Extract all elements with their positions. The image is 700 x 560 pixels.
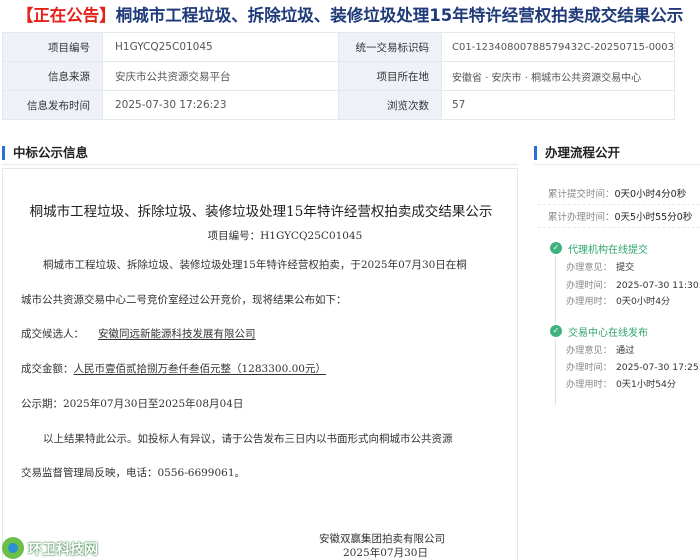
step-duration: 办理用时： 0天0小时4分 [566,293,670,307]
notice-project-no: 项目编号：H1GYCQ25C01045 [207,230,363,242]
notice-section-title: 中标公示信息 [2,146,88,160]
notice-title: 桐城市工程垃圾、拆除垃圾、装修垃圾处理15年特许经营权拍卖成交结果公示 [29,204,493,220]
table-row: 信息来源 安庆市公共资源交易平台 项目所在地 安徽省 · 安庆市 · 桐城市公共… [2,61,675,91]
step-time-value: 2025-07-30 17:25:31 [615,362,700,373]
winner-label: 成交候选人： [21,328,84,340]
status-tag: 【正在公告】 [16,6,116,25]
project-no-label: 项目编号 [2,32,103,62]
table-row: 项目编号 H1GYCQ25C01045 统一交易标识码 C01-12340800… [2,32,675,62]
step-title: 代理机构在线提交 [568,245,648,256]
process-section-divider [534,164,700,165]
submit-time-stat: 累计提交时间：0天0小时4分0秒 [548,186,686,200]
notice-para1-line1: 桐城市工程垃圾、拆除垃圾、装修垃圾处理15年特许经营权拍卖，于2025年07月3… [43,259,467,271]
amount-line: 成交金额：人民币壹佰贰拾捌万叁仟叁佰元整（1283300.00元） [21,361,326,376]
step-duration-value: 0天1小时54分 [615,379,677,390]
source-label: 信息来源 [2,61,103,91]
period-line: 公示期：2025年07月30日至2025年08月04日 [21,396,243,411]
source-value: 安庆市公共资源交易平台 [102,61,339,91]
step-time: 办理时间：2025-07-30 17:25:31 [566,359,700,373]
check-icon: ✓ [550,325,562,337]
submit-time-label: 累计提交时间： [548,189,615,200]
notice-para2-line2: 交易监督管理局反映，电话：0556-6699061。 [21,467,246,479]
step-result-value: 提交 [615,262,635,273]
notice-section-divider [2,164,518,165]
period-label: 公示期： [21,398,63,410]
logo-icon [2,537,24,559]
step-result-label: 办理意见： [566,345,612,356]
step-duration-label: 办理用时： [566,379,612,390]
period-value: 2025年07月30日至2025年08月04日 [63,398,244,410]
step-time: 办理时间：2025-07-30 11:30:37 [566,277,700,291]
sign-date: 2025年07月30日 [343,547,428,559]
step-duration-value: 0天0小时4分 [615,296,671,307]
location-label: 项目所在地 [338,61,442,91]
views-value: 57 [441,90,675,120]
trade-id-value: C01-12340800788579432C-20250715-000388-9 [441,32,675,62]
step-time-label: 办理时间： [566,280,612,291]
publish-time-value: 2025-07-30 17:26:23 [102,90,339,120]
step-result: 办理意见： 通过 [566,342,634,356]
page-title-text: 桐城市工程垃圾、拆除垃圾、装修垃圾处理15年特许经营权拍卖成交结果公示 [115,6,684,25]
review-time-value: 0天5小时55分0秒 [614,212,693,223]
notice-para1-line2: 城市公共资源交易中心二号竞价室经过公开竞价，现将结果公布如下： [21,294,347,306]
check-icon: ✓ [550,242,562,254]
location-value: 安徽省 · 安庆市 · 桐城市公共资源交易中心 [441,61,675,91]
project-info-table: 项目编号 H1GYCQ25C01045 统一交易标识码 C01-12340800… [2,32,675,120]
step-result: 办理意见： 提交 [566,259,634,273]
amount-value: 人民币壹佰贰拾捌万叁仟叁佰元整（1283300.00元） [73,363,326,375]
table-row: 信息发布时间 2025-07-30 17:26:23 浏览次数 57 [2,90,675,120]
step-result-value: 通过 [615,345,635,356]
publish-time-label: 信息发布时间 [2,90,103,120]
notice-para2-line1: 以上结果特此公示。如投标人有异议，请于公告发布三日内以书面形式向桐城市公共资源 [43,433,453,445]
timeline-line [555,256,556,324]
views-label: 浏览次数 [338,90,442,120]
submit-time-value: 0天0小时4分0秒 [614,189,687,200]
step-title: 交易中心在线发布 [568,328,648,339]
winner-line: 成交候选人： 安徽同远新能源科技发展有限公司 [21,326,256,341]
signer: 安徽双赢集团拍卖有限公司 [319,533,445,545]
review-time-stat: 累计办理时间：0天5小时55分0秒 [548,209,692,223]
amount-label: 成交金额： [21,363,74,375]
trade-id-label: 统一交易标识码 [338,32,442,62]
divider [538,204,700,205]
page-title: 【正在公告】桐城市工程垃圾、拆除垃圾、装修垃圾处理15年特许经营权拍卖成交结果公… [0,2,700,26]
step-result-label: 办理意见： [566,262,612,273]
timeline-line [555,339,556,405]
process-section-title: 办理流程公开 [534,146,620,160]
notice-panel: 桐城市工程垃圾、拆除垃圾、装修垃圾处理15年特许经营权拍卖成交结果公示 项目编号… [2,168,518,560]
watermark-logo: 环卫科技网 [2,537,98,559]
winner-value: 安徽同远新能源科技发展有限公司 [98,328,256,340]
divider [538,227,700,228]
step-time-label: 办理时间： [566,362,612,373]
project-no-value: H1GYCQ25C01045 [102,32,339,62]
step-duration-label: 办理用时： [566,296,612,307]
step-duration: 办理用时： 0天1小时54分 [566,376,676,390]
review-time-label: 累计办理时间： [548,212,615,223]
step-time-value: 2025-07-30 11:30:37 [615,280,700,291]
watermark-text: 环卫科技网 [28,541,98,557]
